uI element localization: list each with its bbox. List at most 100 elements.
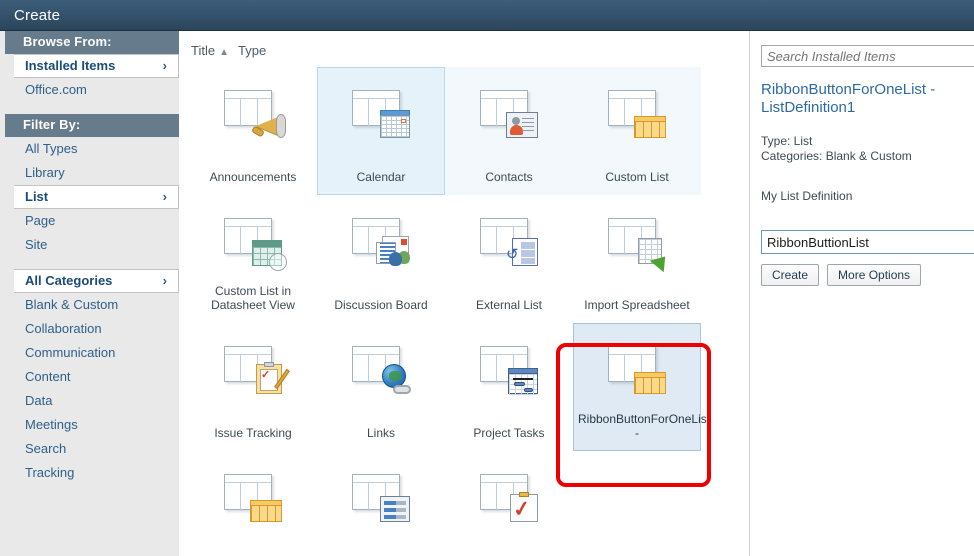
tile-label: Contacts	[485, 170, 533, 184]
sidebar-item-label: Tracking	[25, 465, 75, 480]
sidebar-item-list[interactable]: List ›	[14, 185, 179, 209]
sidebar-item-site[interactable]: Site	[5, 233, 179, 257]
sidebar-item-tracking[interactable]: Tracking	[5, 461, 179, 485]
tile-ribbonbuttonforonelist[interactable]: RibbonButtonForOneList -	[573, 323, 711, 451]
external-list-icon: ↺	[478, 214, 540, 268]
tile-calendar[interactable]: Calendar	[317, 67, 445, 195]
sidebar-item-page[interactable]: Page	[5, 209, 179, 233]
sidebar: Browse From: Installed Items › Office.co…	[0, 31, 179, 556]
discussion-board-icon	[350, 214, 412, 268]
tile-label: Announcements	[209, 170, 297, 184]
new-item-name-input[interactable]	[761, 230, 974, 254]
sidebar-item-label: Communication	[25, 345, 116, 360]
tile-grid: Announcements Calendar Contacts Custom L…	[189, 67, 748, 556]
tile-label: Import Spreadsheet	[584, 298, 690, 312]
sidebar-item-meetings[interactable]: Meetings	[5, 413, 179, 437]
tile-announcements[interactable]: Announcements	[189, 67, 317, 195]
links-icon	[350, 342, 412, 396]
tile-row: ✓ Issue Tracking Links Project Tasks Rib…	[189, 323, 748, 451]
sidebar-item-label: All Categories	[25, 273, 113, 288]
tile-links[interactable]: Links	[317, 323, 445, 451]
sidebar-item-label: All Types	[25, 141, 78, 156]
chevron-right-icon: ›	[162, 58, 167, 73]
custom-list-icon	[606, 86, 668, 140]
tile-label: Calendar	[356, 170, 406, 184]
tile-project-tasks[interactable]: Project Tasks	[445, 323, 573, 451]
sidebar-item-collaboration[interactable]: Collaboration	[5, 317, 179, 341]
tile-partial-custom-list[interactable]	[189, 451, 317, 556]
sidebar-item-blank-and-custom[interactable]: Blank & Custom	[5, 293, 179, 317]
sidebar-item-search[interactable]: Search	[5, 437, 179, 461]
create-button[interactable]: Create	[761, 264, 820, 286]
sidebar-item-label: Office.com	[25, 82, 87, 97]
tile-label: Project Tasks	[473, 426, 545, 440]
more-options-button[interactable]: More Options	[827, 264, 922, 286]
tile-label: Discussion Board	[334, 298, 428, 312]
tile-row: Announcements Calendar Contacts Custom L…	[189, 67, 748, 195]
tile-external-list[interactable]: ↺ External List	[445, 195, 573, 323]
sidebar-item-label: Site	[25, 237, 48, 252]
dialog-title: Create	[14, 7, 61, 24]
sidebar-item-label: Data	[25, 393, 53, 408]
sort-by-type[interactable]: Type	[238, 43, 266, 58]
sidebar-item-installed-items[interactable]: Installed Items ›	[14, 54, 179, 78]
sidebar-item-library[interactable]: Library	[5, 161, 179, 185]
tile-label: Custom List in Datasheet View	[211, 284, 295, 312]
tile-issue-tracking[interactable]: ✓ Issue Tracking	[189, 323, 317, 451]
sidebar-item-all-categories[interactable]: All Categories ›	[14, 269, 179, 293]
sidebar-item-label: List	[25, 189, 49, 204]
type-line: Type: List	[761, 134, 813, 148]
tile-partial-survey[interactable]: ✓	[445, 451, 573, 556]
create-dialog: Create Browse From: Installed Items › Of…	[0, 0, 974, 556]
tile-partial-task-list[interactable]	[317, 451, 445, 556]
template-gallery: Title ▲ Type Announcements Calendar Cont…	[180, 31, 748, 556]
browse-from-header: Browse From:	[5, 31, 179, 54]
selected-item-title: RibbonButtonForOneList - ListDefinition1	[761, 81, 936, 116]
chevron-right-icon: ›	[162, 273, 167, 288]
tile-custom-list-datasheet-view[interactable]: Custom List in Datasheet View	[189, 195, 317, 323]
tile-label: Custom List	[605, 170, 669, 184]
search-input[interactable]	[761, 45, 974, 67]
tile-row: ✓	[189, 451, 748, 556]
tile-label: External List	[475, 298, 543, 312]
details-panel: RibbonButtonForOneList - ListDefinition1…	[749, 31, 974, 556]
categories-line: Categories: Blank & Custom	[761, 149, 912, 163]
tile-label: Links	[366, 426, 395, 440]
sort-ascending-icon: ▲	[219, 47, 229, 58]
chevron-right-icon: ›	[162, 189, 167, 204]
sidebar-item-label: Collaboration	[25, 321, 102, 336]
sidebar-item-data[interactable]: Data	[5, 389, 179, 413]
tile-custom-list[interactable]: Custom List	[573, 67, 701, 195]
tile-contacts[interactable]: Contacts	[445, 67, 573, 195]
sidebar-item-label: Page	[25, 213, 56, 228]
custom-list-icon	[606, 342, 668, 396]
task-list-icon	[350, 470, 412, 524]
sidebar-item-communication[interactable]: Communication	[5, 341, 179, 365]
tile-discussion-board[interactable]: Discussion Board	[317, 195, 445, 323]
selected-item-meta: Type: List Categories: Blank & Custom	[761, 134, 973, 164]
project-tasks-icon	[478, 342, 540, 396]
sidebar-item-office-com[interactable]: Office.com	[5, 78, 179, 102]
sort-bar: Title ▲ Type	[191, 43, 266, 58]
sidebar-item-content[interactable]: Content	[5, 365, 179, 389]
selected-item-description: My List Definition	[761, 189, 853, 203]
tile-import-spreadsheet[interactable]: Import Spreadsheet	[573, 195, 701, 323]
filter-by-header: Filter By:	[5, 114, 179, 137]
calendar-icon	[350, 86, 412, 140]
tile-label: RibbonButtonForOneList -	[578, 412, 711, 440]
contacts-icon	[478, 86, 540, 140]
sidebar-item-label: Blank & Custom	[25, 297, 119, 312]
sidebar-item-label: Search	[25, 441, 67, 456]
dialog-titlebar: Create	[0, 0, 974, 31]
action-buttons: Create More Options	[761, 264, 922, 286]
sort-by-title[interactable]: Title	[191, 43, 215, 58]
tile-row: Custom List in Datasheet View Discussion…	[189, 195, 748, 323]
custom-list-icon	[222, 470, 284, 524]
sidebar-item-all-types[interactable]: All Types	[5, 137, 179, 161]
sidebar-item-label: Installed Items	[25, 58, 116, 73]
tile-label: Issue Tracking	[214, 426, 292, 440]
sidebar-inner: Browse From: Installed Items › Office.co…	[5, 31, 179, 556]
issue-tracking-icon: ✓	[222, 342, 290, 396]
survey-icon: ✓	[478, 470, 540, 524]
